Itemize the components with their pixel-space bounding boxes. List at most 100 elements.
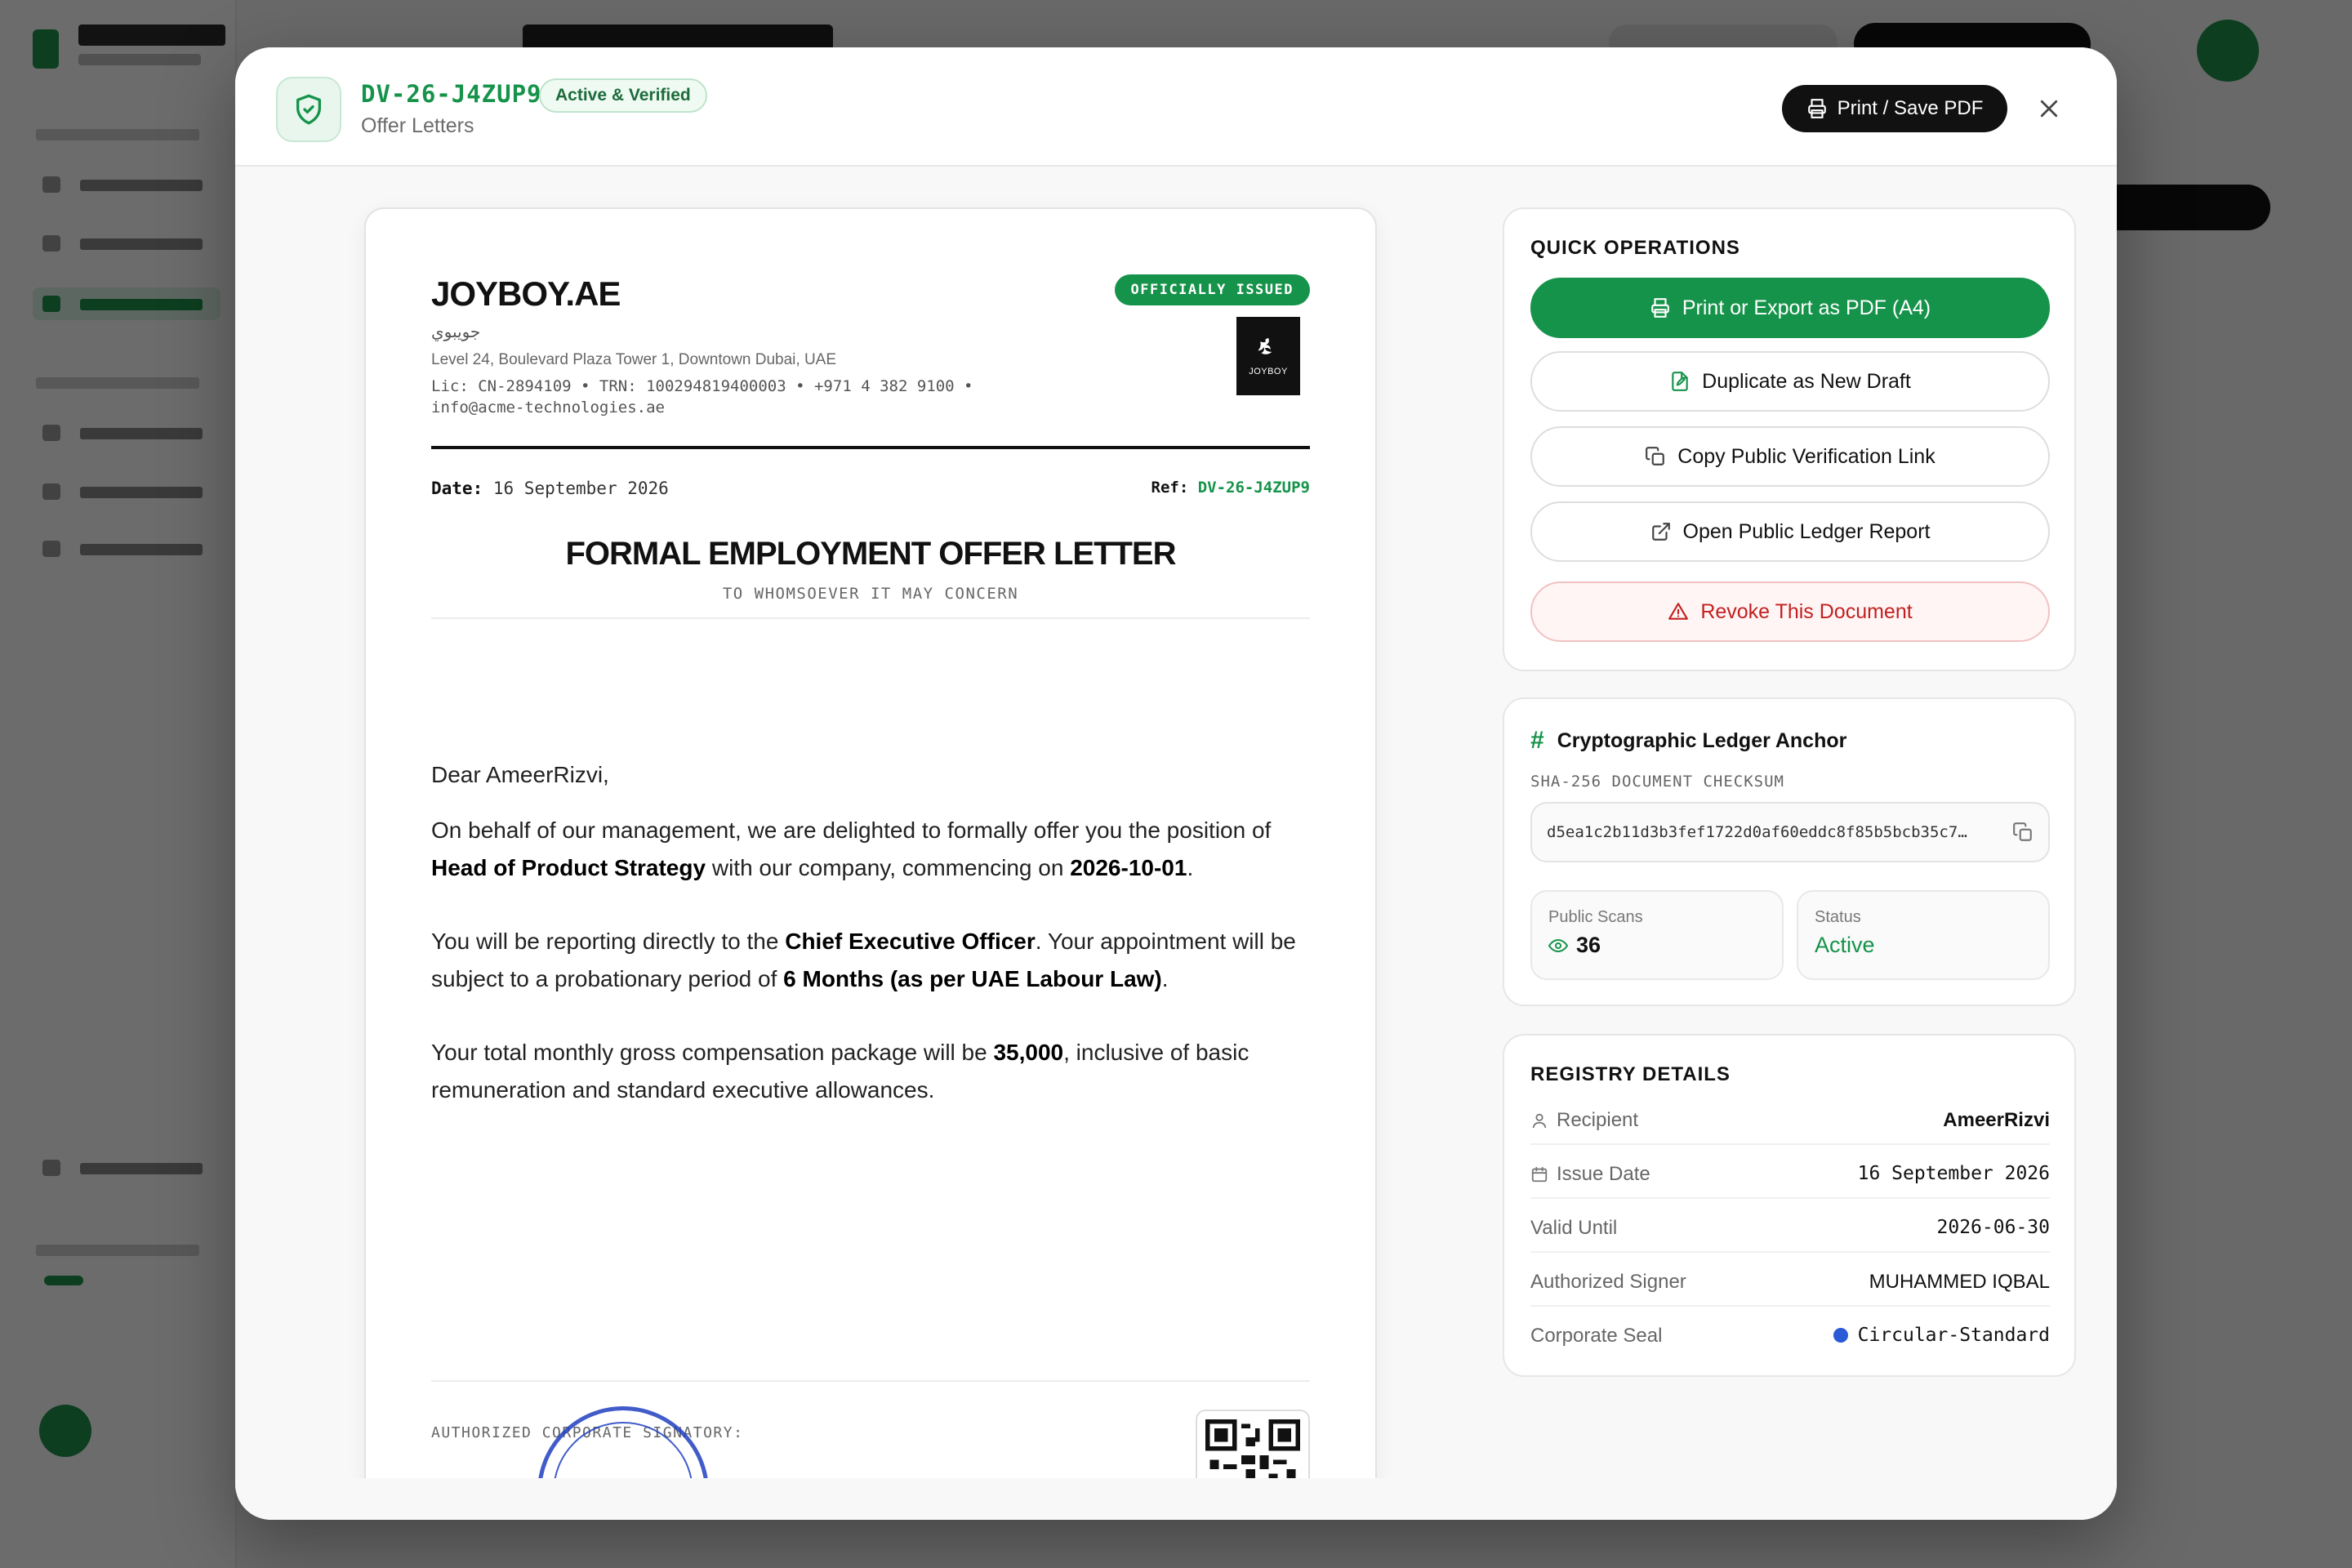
salutation: Dear AmeerRizvi, xyxy=(431,762,609,787)
issue-date-value: 16 September 2026 xyxy=(1857,1163,2050,1184)
checksum-value[interactable]: d5ea1c2b11d3b3fef1722d0af60eddc8f85b5bcb… xyxy=(1530,802,2050,862)
date-value: 16 September 2026 xyxy=(492,479,669,498)
status-stat: Status Active xyxy=(1797,890,2050,980)
status-label: Status xyxy=(1815,908,1861,926)
document-category: Offer Letters xyxy=(361,114,474,137)
hash-icon: # xyxy=(1530,727,1544,754)
reporting-manager: Chief Executive Officer xyxy=(785,929,1036,954)
company-logo: JOYBOY xyxy=(1236,317,1300,395)
paragraph-text: On behalf of our management, we are deli… xyxy=(431,817,1272,843)
probation-period: 6 Months (as per UAE Labour Law) xyxy=(783,966,1162,991)
registry-row-issue-date: Issue Date 16 September 2026 xyxy=(1530,1145,2050,1199)
shield-check-icon xyxy=(276,77,341,142)
modal-header: DV-26-J4ZUP9 Active & Verified Offer Let… xyxy=(235,47,2117,167)
registry-row-signer: Authorized Signer MUHAMMED IQBAL xyxy=(1530,1253,2050,1307)
print-save-pdf-label: Print / Save PDF xyxy=(1837,97,1984,119)
company-logo-text: JOYBOY xyxy=(1249,367,1288,376)
company-address: Level 24, Boulevard Plaza Tower 1, Downt… xyxy=(431,351,837,368)
status-value: Active xyxy=(1815,933,1875,957)
revoke-document-button[interactable]: Revoke This Document xyxy=(1530,581,2050,642)
close-icon[interactable] xyxy=(2029,88,2069,129)
seal-color-dot xyxy=(1833,1328,1848,1343)
copy-verification-link-button[interactable]: Copy Public Verification Link xyxy=(1530,426,2050,487)
joyboy-logo-icon xyxy=(1258,337,1272,354)
copy-icon xyxy=(1646,447,1665,466)
seal-value: Circular-Standard xyxy=(1833,1325,2050,1346)
recipient-value: AmeerRizvi xyxy=(1943,1109,2050,1131)
registry-details-title: REGISTRY DETAILS xyxy=(1530,1063,1731,1085)
letter-preview: JOYBOY.AE جويبوي Level 24, Boulevard Pla… xyxy=(364,207,1377,1520)
ref-value: DV-26-J4ZUP9 xyxy=(1197,479,1310,497)
company-email: info@acme-technologies.ae xyxy=(431,399,665,416)
public-scans-label: Public Scans xyxy=(1548,908,1643,926)
duplicate-draft-label: Duplicate as New Draft xyxy=(1702,369,1911,393)
letter-reference: Ref: DV-26-J4ZUP9 xyxy=(1152,479,1311,497)
ref-label: Ref: xyxy=(1151,479,1189,497)
paragraph-text: . xyxy=(1187,855,1194,880)
valid-until-label: Valid Until xyxy=(1530,1217,1618,1239)
company-arabic-name: جويبوي xyxy=(431,322,481,341)
issue-date-label-text: Issue Date xyxy=(1557,1163,1650,1185)
company-license-line: Lic: CN-2894109 • TRN: 100294819400003 •… xyxy=(431,377,973,395)
quick-operations-title: QUICK OPERATIONS xyxy=(1530,237,1740,259)
paragraph-compensation: Your total monthly gross compensation pa… xyxy=(431,1034,1313,1109)
issue-date-label: Issue Date xyxy=(1530,1163,1650,1186)
compensation-amount: 35,000 xyxy=(993,1040,1064,1065)
valid-until-value: 2026-06-30 xyxy=(1936,1217,2050,1238)
paragraph-reporting: You will be reporting directly to the Ch… xyxy=(431,923,1313,998)
printer-icon xyxy=(1651,298,1669,318)
user-icon xyxy=(1532,1113,1547,1129)
public-scans-value: 36 xyxy=(1548,933,1601,958)
document-modal: DV-26-J4ZUP9 Active & Verified Offer Let… xyxy=(235,47,2117,1520)
copy-verification-link-label: Copy Public Verification Link xyxy=(1677,444,1936,468)
date-label: Date: xyxy=(431,479,483,498)
registry-details-card: REGISTRY DETAILS Recipient AmeerRizvi Is… xyxy=(1503,1034,2076,1377)
document-id: DV-26-J4ZUP9 xyxy=(361,80,542,108)
officially-issued-badge: OFFICIALLY ISSUED xyxy=(1114,274,1310,305)
registry-row-valid-until: Valid Until 2026-06-30 xyxy=(1530,1199,2050,1253)
modal-bottom-edge xyxy=(235,1478,2117,1520)
print-export-pdf-label: Print or Export as PDF (A4) xyxy=(1682,296,1931,319)
revoke-document-label: Revoke This Document xyxy=(1700,599,1913,623)
print-export-pdf-button[interactable]: Print or Export as PDF (A4) xyxy=(1530,278,2050,338)
paragraph-text: Your total monthly gross compensation pa… xyxy=(431,1040,994,1065)
printer-icon xyxy=(1807,99,1826,118)
letter-title: FORMAL EMPLOYMENT OFFER LETTER xyxy=(565,536,1176,572)
checksum-label: SHA-256 DOCUMENT CHECKSUM xyxy=(1530,773,1784,791)
open-ledger-report-button[interactable]: Open Public Ledger Report xyxy=(1530,501,2050,562)
copy-checksum-icon[interactable] xyxy=(2012,822,2034,847)
external-link-icon xyxy=(1651,523,1670,541)
public-scans-stat: Public Scans 36 xyxy=(1530,890,1784,980)
open-ledger-report-label: Open Public Ledger Report xyxy=(1682,519,1931,543)
signer-value: MUHAMMED IQBAL xyxy=(1869,1271,2050,1293)
recipient-label: Recipient xyxy=(1530,1109,1638,1132)
file-edit-icon xyxy=(1672,372,1688,391)
company-name: JOYBOY.AE xyxy=(431,274,621,313)
ledger-anchor-card: # Cryptographic Ledger Anchor SHA-256 DO… xyxy=(1503,697,2076,1006)
registry-row-seal: Corporate Seal Circular-Standard xyxy=(1530,1307,2050,1361)
signature-divider xyxy=(431,1380,1310,1382)
paragraph-text: You will be reporting directly to the xyxy=(431,929,786,954)
recipient-label-text: Recipient xyxy=(1557,1109,1639,1131)
paragraph-text: . xyxy=(1161,966,1169,991)
status-badge: Active & Verified xyxy=(539,78,707,113)
paragraph-text: with our company, commencing on xyxy=(706,855,1071,880)
calendar-icon xyxy=(1531,1166,1548,1183)
print-save-pdf-button[interactable]: Print / Save PDF xyxy=(1782,85,2007,132)
warning-triangle-icon xyxy=(1668,603,1689,620)
duplicate-draft-button[interactable]: Duplicate as New Draft xyxy=(1530,351,2050,412)
ledger-anchor-title-text: Cryptographic Ledger Anchor xyxy=(1557,728,1847,752)
seal-value-text: Circular-Standard xyxy=(1857,1325,2050,1346)
letter-subtitle: TO WHOMSOEVER IT MAY CONCERN xyxy=(722,585,1019,603)
eye-icon xyxy=(1548,938,1568,952)
ledger-anchor-title: # Cryptographic Ledger Anchor xyxy=(1530,727,1846,755)
title-divider xyxy=(431,617,1310,619)
letter-date: Date: 16 September 2026 xyxy=(431,479,669,498)
company-meta: Lic: CN-2894109 • TRN: 100294819400003 •… xyxy=(431,376,973,418)
header-divider xyxy=(431,446,1310,449)
seal-label: Corporate Seal xyxy=(1530,1325,1663,1347)
registry-row-recipient: Recipient AmeerRizvi xyxy=(1530,1091,2050,1145)
paragraph-position: On behalf of our management, we are deli… xyxy=(431,812,1313,887)
start-date: 2026-10-01 xyxy=(1070,855,1187,880)
public-scans-count: 36 xyxy=(1576,933,1601,957)
